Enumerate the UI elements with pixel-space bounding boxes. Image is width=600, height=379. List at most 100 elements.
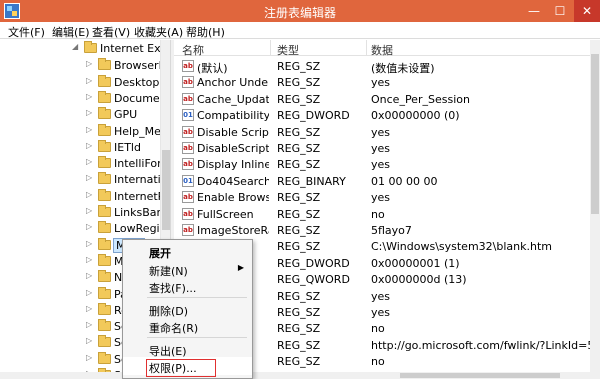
expand-arrow-icon[interactable]: ▷	[86, 353, 94, 362]
tree-node[interactable]: ▷ Desktop	[0, 74, 170, 91]
column-divider[interactable]	[270, 40, 271, 56]
binary-value-icon: 01	[182, 174, 194, 187]
tree-node[interactable]: ▷ InternetRe	[0, 188, 170, 205]
registry-value-row[interactable]: abAnchor Underli... REG_SZ yes	[174, 74, 600, 90]
folder-icon	[98, 335, 111, 348]
value-name: ImageStoreRa...	[197, 224, 269, 237]
expand-arrow-icon[interactable]: ▷	[86, 141, 94, 150]
value-data: yes	[371, 289, 391, 303]
registry-value-row[interactable]: abDisableScriptD... REG_SZ yes	[174, 140, 600, 156]
column-header-data[interactable]: 数据	[371, 42, 393, 58]
value-data: yes	[371, 125, 391, 139]
value-type: REG_SZ	[277, 125, 321, 139]
tree-scroll-thumb[interactable]	[162, 150, 170, 230]
tree-node[interactable]: ▷ Internatio	[0, 172, 170, 188]
registry-value-row[interactable]: abDisplay Inline I... REG_SZ yes	[174, 156, 600, 172]
value-data: yes	[371, 142, 391, 155]
expand-arrow-icon[interactable]: ▷	[86, 336, 94, 345]
tree-node-label: GPU	[114, 108, 138, 122]
value-type: REG_SZ	[277, 60, 321, 73]
value-name: Display Inline I...	[197, 158, 269, 172]
tree-node[interactable]: ◢ Internet Explo	[0, 41, 170, 57]
expand-arrow-icon[interactable]: ▷	[86, 255, 94, 264]
string-value-icon: ab	[182, 60, 194, 72]
tree-node[interactable]: ▷ GPU	[0, 107, 170, 123]
registry-value-row[interactable]: 01CompatibilityFl... REG_DWORD 0x00000000 …	[174, 107, 600, 123]
registry-value-row[interactable]: abEnable Browse... REG_SZ yes	[174, 189, 600, 205]
value-data: no	[371, 355, 385, 369]
close-button[interactable]: ✕	[574, 0, 600, 22]
expand-arrow-icon[interactable]: ▷	[86, 125, 94, 134]
context-menu-item[interactable]: 权限(P)...	[123, 357, 252, 377]
column-divider[interactable]	[366, 40, 367, 56]
expand-arrow-icon[interactable]: ▷	[86, 206, 94, 215]
context-menu-item[interactable]: 新建(N) ▶	[123, 260, 252, 278]
context-menu-item[interactable]: 重命名(R)	[123, 317, 252, 335]
value-type: REG_QWORD	[277, 273, 350, 287]
column-header-name[interactable]: 名称	[182, 42, 204, 58]
registry-value-row[interactable]: abImageStoreRa... REG_SZ 5flayo7	[174, 222, 600, 238]
context-menu-item[interactable]: 删除(D)	[123, 300, 252, 318]
expand-arrow-icon[interactable]: ▷	[86, 173, 94, 182]
expand-arrow-icon[interactable]: ▷	[86, 304, 94, 313]
value-type: REG_SZ	[277, 289, 321, 303]
folder-icon	[98, 253, 111, 266]
maximize-button[interactable]: ☐	[546, 0, 574, 22]
registry-value-row[interactable]: ab FullScreen REG_SZ no	[174, 206, 600, 222]
tree-node[interactable]: ▷ Help_Men	[0, 123, 170, 140]
value-data: http://go.microsoft.com/fwlink/?LinkId=5…	[371, 338, 600, 352]
expand-arrow-icon[interactable]: ▷	[86, 222, 94, 231]
value-name: Disable Script ...	[197, 125, 269, 139]
string-value-icon: ab	[182, 207, 194, 220]
menu-file[interactable]: 文件(F)	[8, 24, 45, 40]
tree-node[interactable]: ▷ LinksBar	[0, 205, 170, 221]
binary-value-icon: 01	[182, 109, 194, 122]
menu-favorites[interactable]: 收藏夹(A)	[134, 24, 183, 40]
expand-arrow-icon[interactable]: ▷	[86, 157, 94, 166]
value-type: REG_DWORD	[277, 109, 350, 123]
expand-arrow-icon[interactable]: ▷	[86, 92, 94, 101]
menu-view[interactable]: 查看(V)	[92, 24, 130, 40]
value-name: Enable Browse...	[197, 191, 269, 205]
value-name: Anchor Underli...	[197, 76, 269, 90]
minimize-button[interactable]: —	[520, 0, 548, 22]
expand-arrow-icon[interactable]: ▷	[86, 76, 94, 85]
context-menu-item[interactable]: 展开	[123, 242, 252, 260]
list-vertical-scrollbar[interactable]	[590, 40, 600, 379]
folder-icon	[98, 302, 111, 315]
registry-value-row[interactable]: ab (默认) REG_SZ (数值未设置)	[174, 58, 600, 75]
collapse-arrow-icon[interactable]: ◢	[72, 42, 80, 51]
expand-arrow-icon[interactable]: ▷	[86, 239, 94, 248]
tree-node-label: IETld	[114, 140, 141, 154]
tree-node[interactable]: ▷ IETld	[0, 139, 170, 156]
registry-value-row[interactable]: abCache_Update... REG_SZ Once_Per_Session	[174, 91, 600, 107]
horizontal-scrollbar[interactable]	[0, 372, 600, 379]
folder-icon	[98, 319, 111, 332]
list-scroll-thumb[interactable]	[591, 54, 599, 214]
tree-node[interactable]: ▷BrowserEm	[0, 58, 170, 74]
menu-help[interactable]: 帮助(H)	[186, 24, 225, 40]
horizontal-scroll-thumb[interactable]	[400, 373, 560, 378]
folder-icon	[98, 139, 111, 152]
expand-arrow-icon[interactable]: ▷	[86, 108, 94, 117]
tree-node[interactable]: ▷ IntelliForm	[0, 156, 170, 172]
expand-arrow-icon[interactable]: ▷	[86, 190, 94, 199]
expand-arrow-icon[interactable]: ▷	[86, 288, 94, 297]
menu-edit[interactable]: 编辑(E)	[52, 24, 90, 40]
expand-arrow-icon[interactable]: ▷	[86, 59, 94, 68]
tree-node[interactable]: ▷ LowRegist	[0, 221, 170, 237]
registry-value-row[interactable]: 01 Do404Search REG_BINARY 01 00 00 00	[174, 173, 600, 189]
value-type: REG_SZ	[277, 142, 321, 155]
context-menu-item[interactable]: 导出(E)	[123, 340, 252, 358]
folder-icon	[98, 107, 111, 120]
tree-node[interactable]: ▷ Document	[0, 90, 170, 107]
expand-arrow-icon[interactable]: ▷	[86, 271, 94, 280]
tree-node-label: LinksBar	[114, 206, 162, 219]
value-data: yes	[371, 76, 391, 90]
context-menu-item[interactable]: 查找(F)...	[123, 277, 252, 295]
expand-arrow-icon[interactable]: ▷	[86, 320, 94, 329]
column-header-type[interactable]: 类型	[277, 42, 299, 58]
string-value-icon: ab	[182, 191, 194, 204]
registry-value-row[interactable]: abDisable Script ... REG_SZ yes	[174, 124, 600, 140]
value-type: REG_SZ	[277, 338, 321, 352]
